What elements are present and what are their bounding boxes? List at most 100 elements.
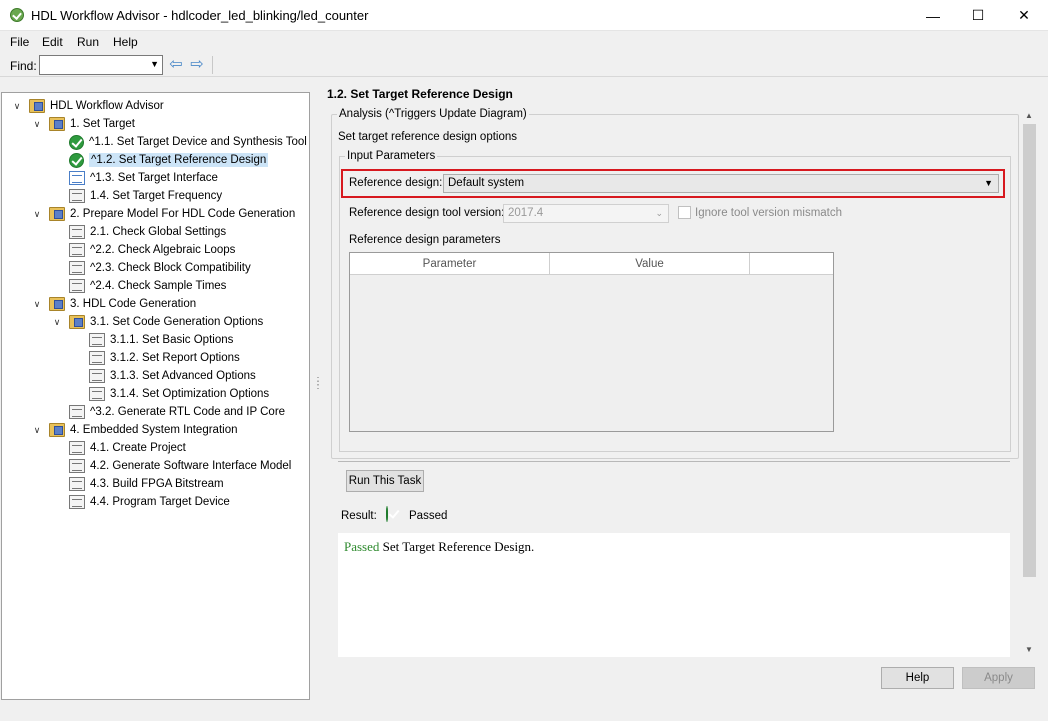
tree-item[interactable]: ^1.1. Set Target Device and Synthesis To…	[51, 133, 307, 151]
tree-item[interactable]: ∨ 2. Prepare Model For HDL Code Generatio…	[31, 205, 295, 223]
minimize-button[interactable]: —	[910, 0, 956, 31]
tree-item[interactable]: 4.3. Build FPGA Bitstream	[51, 475, 224, 493]
folder-icon	[49, 297, 65, 311]
scrollbar-thumb[interactable]	[1023, 124, 1036, 577]
chevron-down-icon[interactable]: ∨	[31, 209, 43, 220]
tree-item[interactable]: 2.1. Check Global Settings	[51, 223, 226, 241]
help-button[interactable]: Help	[881, 667, 954, 689]
column-header-parameter[interactable]: Parameter	[350, 253, 550, 275]
tree-item[interactable]: ^2.2. Check Algebraic Loops	[51, 241, 235, 259]
tool-version-select[interactable]: 2017.4 ⌄	[503, 204, 669, 223]
dropdown-arrow-icon: ▼	[984, 178, 993, 188]
task-icon	[89, 351, 105, 365]
run-this-task-button[interactable]: Run This Task	[346, 470, 424, 492]
result-message-box: Passed Set Target Reference Design.	[338, 533, 1010, 657]
chevron-down-icon[interactable]: ∨	[51, 317, 63, 328]
parameters-table[interactable]: Parameter Value	[349, 252, 834, 432]
parameters-label: Reference design parameters	[349, 234, 501, 246]
task-icon	[89, 333, 105, 347]
chevron-down-icon[interactable]: ∨	[31, 299, 43, 310]
tree-item[interactable]: 3.1.1. Set Basic Options	[71, 331, 233, 349]
close-button[interactable]: ✕	[1001, 0, 1047, 31]
tree-item-label: 3. HDL Code Generation	[70, 298, 197, 310]
splitter-handle[interactable]: ⋮ ⋮	[313, 377, 323, 398]
menu-edit[interactable]: Edit	[42, 35, 63, 49]
menu-bar: File Edit Run Help	[0, 32, 1048, 52]
task-icon	[69, 279, 85, 293]
tree-item[interactable]: 4.2. Generate Software Interface Model	[51, 457, 291, 475]
tree-item[interactable]: ∨ 3. HDL Code Generation	[31, 295, 196, 313]
tree-item[interactable]: ^1.2. Set Target Reference Design	[51, 151, 269, 169]
apply-button[interactable]: Apply	[962, 667, 1035, 689]
tree-item[interactable]: ∨ HDL Workflow Advisor	[11, 97, 164, 115]
menu-run[interactable]: Run	[77, 35, 99, 49]
tree-item-label: 4.2. Generate Software Interface Model	[90, 460, 292, 472]
folder-icon	[69, 315, 85, 329]
tree-item[interactable]: 3.1.4. Set Optimization Options	[71, 385, 269, 403]
result-label: Result:	[341, 510, 377, 522]
result-message-status: Passed	[344, 539, 380, 554]
tree-item[interactable]: ∨ 1. Set Target	[31, 115, 135, 133]
column-header-extra	[750, 253, 833, 275]
tree-item[interactable]: ^1.3. Set Target Interface	[51, 169, 218, 187]
analysis-description: Set target reference design options	[338, 131, 518, 143]
section-divider	[338, 461, 1010, 462]
find-label: Find:	[10, 59, 37, 73]
vertical-scrollbar[interactable]: ▲ ▼	[1021, 108, 1038, 656]
tree-item[interactable]: 4.1. Create Project	[51, 439, 186, 457]
chevron-down-icon[interactable]: ∨	[11, 101, 23, 112]
tree-item[interactable]: ∨ 3.1. Set Code Generation Options	[51, 313, 263, 331]
tree-item-label: 4. Embedded System Integration	[70, 424, 238, 436]
check-icon	[69, 134, 84, 150]
chevron-down-icon[interactable]: ∨	[31, 119, 43, 130]
tree-item-label: 3.1.4. Set Optimization Options	[110, 388, 270, 400]
folder-icon	[49, 117, 65, 131]
tree-item[interactable]: 1.4. Set Target Frequency	[51, 187, 222, 205]
maximize-button[interactable]: ☐	[955, 0, 1001, 31]
tree-item[interactable]: ^2.3. Check Block Compatibility	[51, 259, 251, 277]
task-icon	[89, 387, 105, 401]
check-icon	[69, 152, 84, 168]
task-icon	[89, 369, 105, 383]
tree-item-label: ^3.2. Generate RTL Code and IP Core	[90, 406, 286, 418]
find-input[interactable]: ▼	[39, 55, 163, 75]
tree-item[interactable]: 3.1.2. Set Report Options	[71, 349, 240, 367]
tree-item[interactable]: ^3.2. Generate RTL Code and IP Core	[51, 403, 285, 421]
back-arrow-icon[interactable]: ⇦	[167, 56, 185, 74]
tree-item[interactable]: 4.4. Program Target Device	[51, 493, 230, 511]
task-tree: ∨ HDL Workflow Advisor ∨ 1. Set Target ^1.1.…	[1, 92, 310, 700]
column-header-value[interactable]: Value	[550, 253, 750, 275]
chevron-down-icon[interactable]: ▼	[150, 59, 159, 69]
chevron-down-icon[interactable]: ∨	[31, 425, 43, 436]
tree-item-label: 3.1. Set Code Generation Options	[90, 316, 264, 328]
tree-item[interactable]: ^2.4. Check Sample Times	[51, 277, 226, 295]
table-header: Parameter Value	[350, 253, 833, 275]
ignore-mismatch-label: Ignore tool version mismatch	[695, 207, 843, 219]
toolbar: Find: ▼ ⇦ ⇨	[0, 53, 1048, 77]
tree-item-label: 4.3. Build FPGA Bitstream	[90, 478, 224, 490]
tree-item-label: 3.1.1. Set Basic Options	[110, 334, 234, 346]
tool-version-label: Reference design tool version:	[349, 207, 505, 219]
folder-icon	[49, 423, 65, 437]
tree-item-label: 2. Prepare Model For HDL Code Generation	[70, 208, 296, 220]
analysis-legend: Analysis (^Triggers Update Diagram)	[337, 108, 529, 120]
tree-item-label: 3.1.3. Set Advanced Options	[110, 370, 256, 382]
tree-item[interactable]: 3.1.3. Set Advanced Options	[71, 367, 256, 385]
tree-item-label: 1.4. Set Target Frequency	[90, 190, 223, 202]
tree-item[interactable]: ∨ 4. Embedded System Integration	[31, 421, 238, 439]
reference-design-select[interactable]: Default system ▼	[443, 174, 999, 193]
result-status: Passed	[409, 510, 448, 522]
app-icon	[10, 8, 24, 22]
ignore-mismatch-checkbox[interactable]	[678, 206, 691, 219]
scroll-down-icon[interactable]: ▼	[1025, 645, 1033, 654]
menu-file[interactable]: File	[10, 35, 29, 49]
tree-item-label: 4.1. Create Project	[90, 442, 186, 454]
tree-item-label: 3.1.2. Set Report Options	[110, 352, 240, 364]
reference-design-value: Default system	[448, 177, 525, 189]
forward-arrow-icon[interactable]: ⇨	[188, 56, 206, 74]
tool-version-value: 2017.4	[508, 207, 544, 219]
tree-item-label: ^2.2. Check Algebraic Loops	[90, 244, 236, 256]
menu-help[interactable]: Help	[113, 35, 138, 49]
toolbar-divider	[212, 56, 213, 74]
scroll-up-icon[interactable]: ▲	[1025, 111, 1033, 120]
